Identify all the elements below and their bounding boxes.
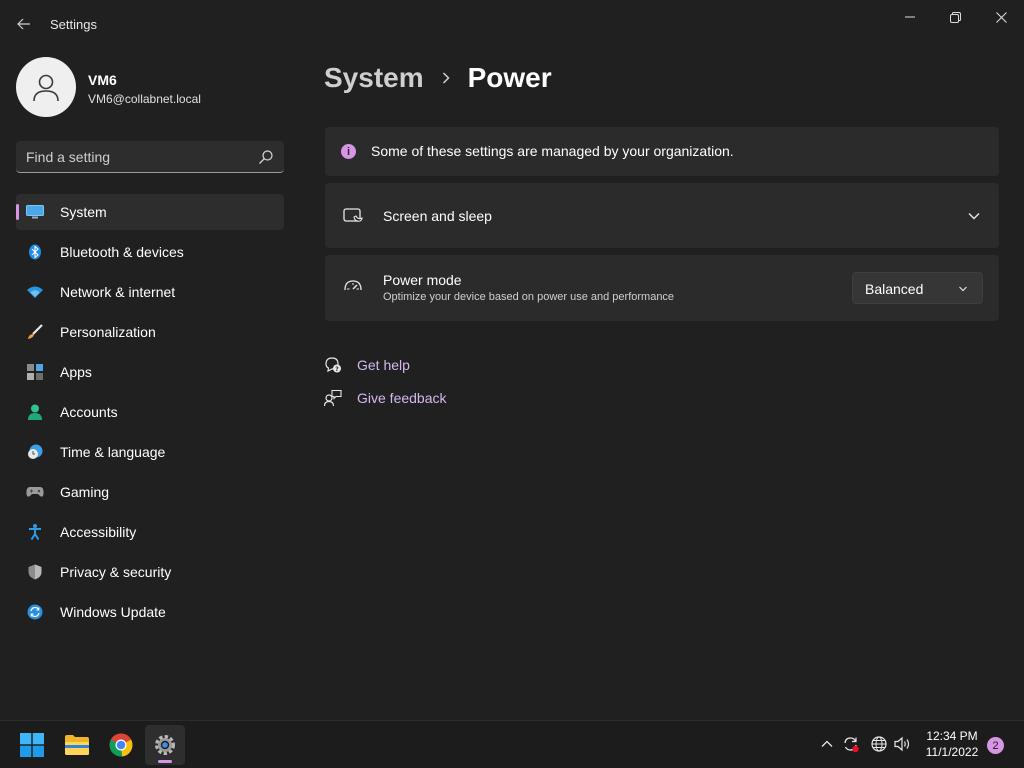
get-help-link[interactable]: ? Get help: [324, 354, 410, 376]
sidebar-item-accessibility[interactable]: Accessibility: [16, 514, 284, 550]
close-button[interactable]: [978, 2, 1024, 32]
clock-globe-icon: [26, 444, 44, 460]
volume-button[interactable]: [894, 735, 912, 753]
sync-alert-icon: [844, 737, 859, 753]
shield-icon: [26, 564, 44, 580]
sidebar-item-time-language[interactable]: Time & language: [16, 434, 284, 470]
search-icon[interactable]: [258, 149, 274, 165]
sidebar-item-label: Privacy & security: [60, 564, 172, 580]
sidebar-item-label: Windows Update: [60, 604, 166, 620]
settings-taskbar-button[interactable]: [145, 725, 185, 765]
taskbar: 12:34 PM 11/1/2022 2: [0, 720, 1024, 768]
chevron-down-icon[interactable]: [967, 209, 981, 223]
restore-icon: [949, 11, 961, 23]
page-title: Power: [467, 62, 552, 93]
gamepad-icon: [26, 484, 44, 500]
network-status-button[interactable]: [870, 735, 888, 753]
sidebar-item-label: Personalization: [60, 324, 156, 340]
start-button[interactable]: [12, 725, 52, 765]
power-mode-description: Optimize your device based on power use …: [383, 291, 675, 303]
title-bar: Settings: [0, 0, 1024, 48]
sidebar-item-gaming[interactable]: Gaming: [16, 474, 284, 510]
file-explorer-button[interactable]: [57, 725, 97, 765]
sidebar-item-label: Network & internet: [60, 284, 176, 300]
breadcrumb-parent[interactable]: System: [324, 62, 424, 94]
screen-sleep-title: Screen and sleep: [383, 208, 492, 224]
sidebar-item-apps[interactable]: Apps: [16, 354, 284, 390]
sidebar-item-label: Bluetooth & devices: [60, 244, 184, 260]
power-mode-dropdown[interactable]: Balanced: [852, 272, 983, 304]
screen-sleep-icon: [343, 208, 363, 222]
windows-logo-icon: [20, 733, 44, 757]
accessibility-icon: [26, 524, 44, 540]
chevron-right-icon: [442, 72, 450, 84]
sidebar-nav: System Bluetooth & devices Network & int…: [16, 194, 284, 634]
brush-icon: [26, 324, 44, 340]
speaker-icon: [894, 736, 910, 752]
folder-icon: [65, 735, 89, 755]
bluetooth-icon: [26, 244, 44, 260]
chevron-up-icon: [821, 740, 833, 747]
sidebar-item-windows-update[interactable]: Windows Update: [16, 594, 284, 630]
apps-icon: [26, 364, 44, 380]
gear-icon: [155, 735, 175, 755]
back-button[interactable]: [8, 8, 40, 40]
sync-status-button[interactable]: [842, 735, 860, 753]
sidebar-item-label: Accessibility: [60, 524, 137, 540]
search-input[interactable]: [26, 141, 246, 172]
power-mode-title: Power mode: [383, 272, 462, 288]
chrome-icon: [109, 733, 133, 757]
info-icon: i: [341, 144, 356, 159]
breadcrumb: System Power: [324, 58, 552, 98]
chevron-down-icon: [959, 286, 967, 292]
power-mode-card: Power mode Optimize your device based on…: [325, 255, 999, 321]
feedback-icon: [324, 389, 342, 407]
person-icon: [33, 74, 59, 102]
sidebar-item-label: Apps: [60, 364, 92, 380]
help-chat-icon: ?: [324, 356, 342, 374]
sidebar-item-system[interactable]: System: [16, 194, 284, 230]
minimize-icon: [905, 16, 915, 18]
sidebar-item-label: Time & language: [60, 444, 166, 460]
minimize-button[interactable]: [887, 2, 933, 32]
maximize-button[interactable]: [932, 2, 978, 32]
notification-badge[interactable]: 2: [987, 737, 1004, 754]
back-arrow-icon: [17, 18, 30, 30]
clock-date: 11/1/2022: [925, 745, 979, 759]
notice-text: Some of these settings are managed by yo…: [371, 143, 734, 159]
user-email: VM6@collabnet.local: [88, 92, 201, 106]
taskbar-clock[interactable]: 12:34 PM 11/1/2022: [918, 728, 986, 760]
power-mode-gauge-icon: [344, 280, 362, 291]
account-icon: [26, 404, 44, 420]
sidebar-item-label: Gaming: [60, 484, 110, 500]
sidebar-item-bluetooth[interactable]: Bluetooth & devices: [16, 234, 284, 270]
avatar[interactable]: [16, 57, 76, 117]
sidebar-item-personalization[interactable]: Personalization: [16, 314, 284, 350]
svg-text:?: ?: [335, 366, 339, 373]
close-icon: [995, 11, 1007, 23]
give-feedback-label: Give feedback: [357, 390, 447, 406]
sidebar-item-label: System: [60, 204, 107, 220]
power-mode-selected-value: Balanced: [865, 281, 924, 297]
screen-and-sleep-card[interactable]: Screen and sleep: [325, 183, 999, 248]
search-box[interactable]: [16, 141, 284, 173]
get-help-label: Get help: [357, 357, 410, 373]
show-hidden-icons-button[interactable]: [818, 735, 836, 753]
give-feedback-link[interactable]: Give feedback: [324, 387, 447, 409]
sidebar-item-privacy-security[interactable]: Privacy & security: [16, 554, 284, 590]
window-title: Settings: [50, 17, 97, 32]
sync-icon: [26, 604, 44, 620]
monitor-icon: [26, 204, 44, 220]
globe-icon: [871, 736, 887, 752]
managed-notice-banner: i Some of these settings are managed by …: [325, 127, 999, 176]
clock-time: 12:34 PM: [926, 729, 978, 743]
sidebar-item-network[interactable]: Network & internet: [16, 274, 284, 310]
wifi-icon: [26, 284, 44, 300]
sidebar-item-accounts[interactable]: Accounts: [16, 394, 284, 430]
chrome-button[interactable]: [101, 725, 141, 765]
user-name: VM6: [88, 72, 117, 88]
sidebar-item-label: Accounts: [60, 404, 118, 420]
